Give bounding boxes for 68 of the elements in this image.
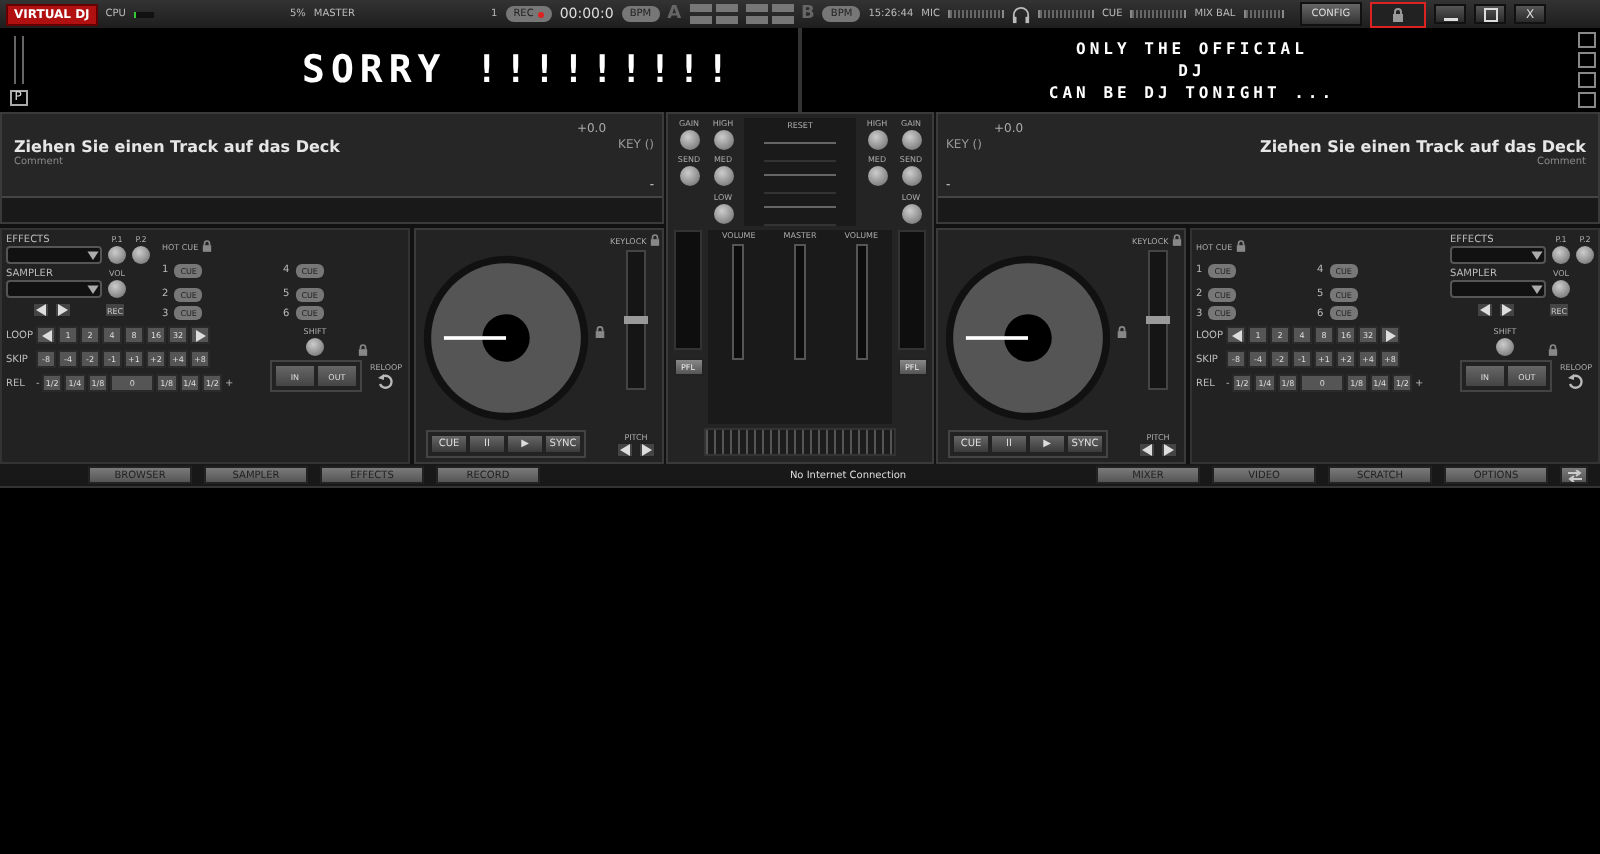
minimize-button[interactable]	[1434, 4, 1467, 24]
maximize-button[interactable]	[1474, 4, 1507, 24]
lock-icon	[1236, 240, 1247, 252]
sampler-dropdown[interactable]	[1450, 280, 1546, 298]
jog-wheel[interactable]	[422, 254, 590, 422]
track-title: Ziehen Sie einen Track auf das Deck	[1260, 138, 1586, 156]
level-meter	[1130, 10, 1187, 18]
lock-icon	[1172, 234, 1183, 246]
headphones-icon	[1011, 5, 1030, 23]
pitch-up-button[interactable]	[638, 442, 656, 458]
maximize-icon	[1483, 7, 1498, 21]
jog-wheel[interactable]	[944, 254, 1112, 422]
deck-label: B	[801, 4, 815, 24]
pitch-down-button[interactable]	[1138, 442, 1156, 458]
loop-forward-button[interactable]	[1380, 326, 1400, 344]
vu-meter	[674, 230, 702, 350]
previous-button[interactable]	[32, 302, 50, 318]
pitch-up-button[interactable]	[1160, 442, 1178, 458]
lock-icon	[594, 326, 606, 338]
layout-icon[interactable]	[689, 4, 738, 24]
volume-fader[interactable]	[855, 244, 868, 360]
eq-display	[764, 174, 836, 194]
track-title: Ziehen Sie einen Track auf das Deck	[14, 138, 342, 156]
knob[interactable]	[713, 166, 733, 187]
eq-display	[764, 142, 836, 162]
display-text: SORRY !!!!!!!!!	[302, 48, 736, 92]
shift-knob[interactable]	[1496, 338, 1514, 356]
volume-fader[interactable]	[732, 244, 745, 360]
lock-icon	[358, 344, 369, 356]
layout-icon[interactable]	[745, 4, 794, 24]
slider-track[interactable]	[13, 35, 23, 83]
reloop-icon[interactable]	[377, 374, 394, 390]
lock-icon	[650, 234, 661, 246]
lock-button[interactable]	[1370, 1, 1427, 27]
previous-button[interactable]	[1476, 302, 1494, 318]
lock-icon	[202, 240, 213, 252]
pitch-down-button[interactable]	[616, 442, 634, 458]
lock-icon	[1116, 326, 1128, 338]
display-text: DJ	[1178, 59, 1206, 81]
knob[interactable]	[901, 166, 921, 187]
next-button[interactable]	[54, 302, 72, 318]
knob[interactable]	[867, 166, 887, 187]
level-meter	[1243, 10, 1284, 18]
sampler-dropdown[interactable]	[6, 280, 102, 298]
loop-forward-button[interactable]	[190, 326, 210, 344]
reloop-icon[interactable]	[1567, 374, 1584, 390]
deck-label: A	[667, 4, 682, 24]
pitch-slider-thumb[interactable]	[1145, 316, 1170, 324]
level-meter	[1037, 10, 1094, 18]
shift-knob[interactable]	[306, 338, 324, 356]
effects-dropdown[interactable]	[6, 246, 102, 264]
lock-icon	[1392, 7, 1405, 21]
level-meter	[947, 10, 1004, 18]
loop-back-button[interactable]	[36, 326, 56, 344]
swap-button[interactable]	[1560, 466, 1588, 484]
display-text: ONLY THE OFFICIAL	[1076, 37, 1308, 59]
display-text: CAN BE DJ TONIGHT ...	[1048, 81, 1336, 103]
loop-back-button[interactable]	[1226, 326, 1246, 344]
knob[interactable]	[901, 203, 921, 224]
knob[interactable]	[679, 166, 699, 187]
lock-icon	[1548, 344, 1559, 356]
next-button[interactable]	[1498, 302, 1516, 318]
effects-dropdown[interactable]	[1450, 246, 1546, 264]
eq-display	[764, 206, 836, 226]
pitch-slider-thumb[interactable]	[623, 316, 648, 324]
vu-meter	[898, 230, 926, 350]
volume-fader[interactable]	[793, 244, 806, 360]
knob[interactable]	[713, 203, 733, 224]
